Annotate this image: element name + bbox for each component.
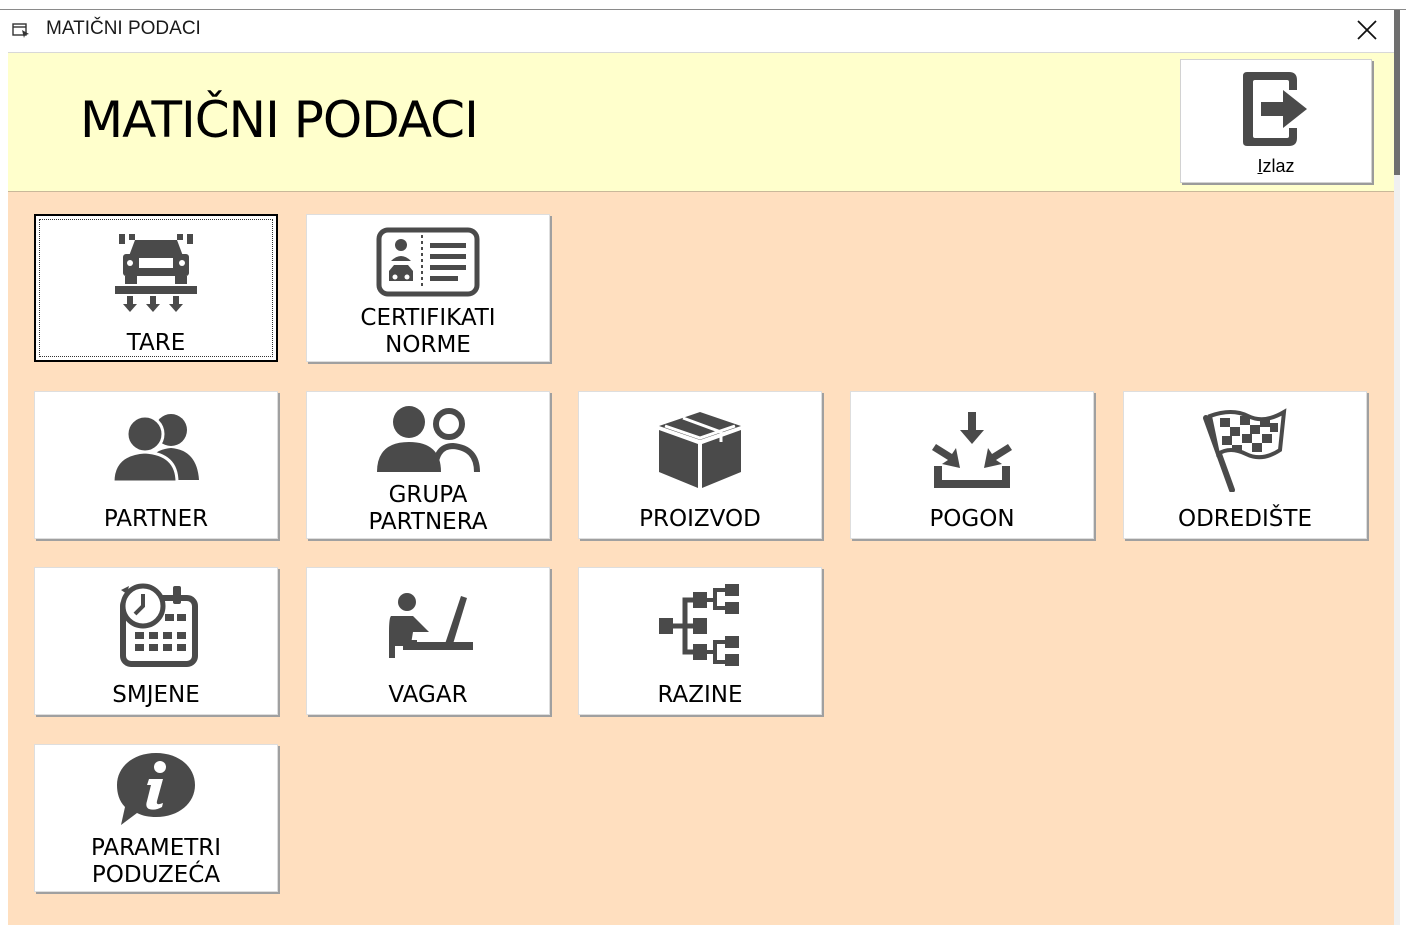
tile-razine[interactable]: RAZINE xyxy=(578,567,822,715)
form-icon xyxy=(12,23,29,38)
page-title: MATIČNI PODACI xyxy=(80,91,479,149)
tile-proizvod-label: PROIZVOD xyxy=(639,506,761,532)
tile-smjene[interactable]: SMJENE xyxy=(34,567,278,715)
tile-grupa-label-line2: PARTNERA xyxy=(368,509,488,535)
tile-partner-label: PARTNER xyxy=(103,506,209,532)
tile-razine-label: RAZINE xyxy=(657,682,743,708)
certificate-card-icon xyxy=(376,227,480,297)
operator-desk-icon xyxy=(389,593,473,658)
window-title: MATIČNI PODACI xyxy=(46,18,201,39)
checkered-flag-icon xyxy=(1203,408,1287,492)
tile-smjene-label: SMJENE xyxy=(112,682,200,708)
content-area: TARE CERTIFIKATI NORME PARTNER GRUPA PAR… xyxy=(8,192,1394,925)
tile-odrediste-label: ODREDIŠTE xyxy=(1177,506,1312,532)
exit-button-label: Izlaz xyxy=(1257,156,1295,176)
exit-door-icon xyxy=(1243,72,1307,146)
tile-partner[interactable]: PARTNER xyxy=(34,391,278,539)
users-icon xyxy=(111,414,199,482)
tile-parametri-label-line2: PODUZEĆA xyxy=(91,862,221,888)
tile-vagar[interactable]: VAGAR xyxy=(306,567,550,715)
window-title-bar: MATIČNI PODACI xyxy=(0,10,1394,50)
user-group-icon xyxy=(377,406,480,473)
calendar-clock-icon xyxy=(120,583,198,667)
tile-parametri-poduzeca[interactable]: PARAMETRI PODUZEĆA xyxy=(34,744,278,892)
tile-pogon-label: POGON xyxy=(929,506,1015,532)
tile-tare[interactable]: TARE xyxy=(34,214,278,362)
box-icon xyxy=(659,412,741,488)
tile-odrediste[interactable]: ODREDIŠTE xyxy=(1123,391,1367,539)
info-bubble-icon xyxy=(117,753,195,825)
tile-proizvod[interactable]: PROIZVOD xyxy=(578,391,822,539)
tile-pogon[interactable]: POGON xyxy=(850,391,1094,539)
tile-tare-label: TARE xyxy=(126,330,186,356)
tile-parametri-label-line1: PARAMETRI xyxy=(90,835,222,861)
inbox-arrows-icon xyxy=(932,412,1012,488)
vertical-scrollbar[interactable] xyxy=(1394,10,1400,925)
header-band: MATIČNI PODACI Izlaz xyxy=(8,52,1394,193)
truck-scale-icon xyxy=(115,234,197,312)
exit-button[interactable]: Izlaz xyxy=(1180,59,1372,183)
tile-grupa-partnera[interactable]: GRUPA PARTNERA xyxy=(306,391,550,539)
close-button[interactable] xyxy=(1352,16,1382,44)
tile-grupa-label-line1: GRUPA xyxy=(388,482,468,508)
tile-vagar-label: VAGAR xyxy=(388,682,468,708)
scrollbar-thumb[interactable] xyxy=(1394,10,1400,175)
tile-certifikati-label-line2: NORME xyxy=(385,332,471,358)
tile-certifikati-label-line1: CERTIFIKATI xyxy=(360,305,496,331)
close-icon xyxy=(1357,20,1377,40)
tile-certifikati-norme[interactable]: CERTIFIKATI NORME xyxy=(306,214,550,362)
hierarchy-icon xyxy=(659,584,739,666)
